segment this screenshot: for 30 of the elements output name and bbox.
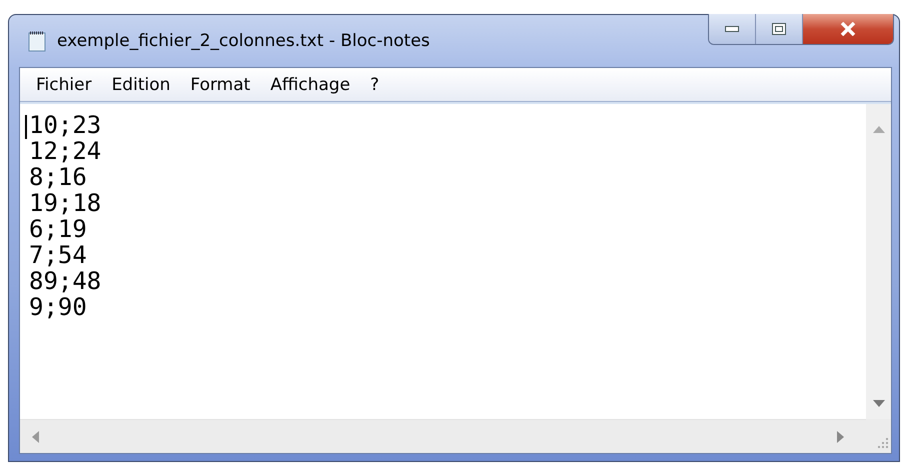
text-line: 7;54 — [29, 242, 87, 268]
horizontal-scrollbar[interactable] — [20, 419, 866, 453]
text-line: 19;18 — [29, 190, 102, 216]
vertical-scrollbar[interactable] — [866, 104, 891, 419]
text-line: 12;24 — [29, 138, 102, 164]
close-button[interactable] — [803, 14, 893, 44]
left-arrow-icon — [32, 430, 39, 442]
up-arrow-icon — [872, 126, 884, 133]
text-line: 6;19 — [29, 216, 87, 242]
menu-item[interactable]: Affichage — [260, 72, 360, 96]
minimize-button[interactable] — [709, 14, 756, 44]
menu-item[interactable]: ? — [360, 72, 390, 96]
text-line: 8;16 — [29, 164, 87, 190]
notepad-icon — [27, 30, 47, 52]
menu-item[interactable]: Edition — [102, 72, 180, 96]
resize-grip-icon — [876, 436, 888, 448]
maximize-icon — [772, 23, 786, 35]
maximize-button[interactable] — [756, 14, 803, 44]
close-icon — [840, 22, 856, 36]
right-arrow-icon — [837, 430, 844, 442]
window-title: exemple_fichier_2_colonnes.txt - Bloc-notes — [57, 31, 430, 51]
down-arrow-icon — [872, 400, 884, 407]
text-line: 9;90 — [29, 294, 87, 320]
text-area[interactable]: 10;23 12;24 8;16 19;18 6;19 7;54 89;48 9;90 — [20, 104, 866, 419]
menu-item[interactable]: Fichier — [26, 72, 102, 96]
minimize-icon — [725, 26, 739, 32]
text-line: 10;23 — [29, 112, 102, 138]
menu-item[interactable]: Format — [180, 72, 260, 96]
text-cursor — [25, 115, 27, 139]
text-line: 89;48 — [29, 268, 102, 294]
